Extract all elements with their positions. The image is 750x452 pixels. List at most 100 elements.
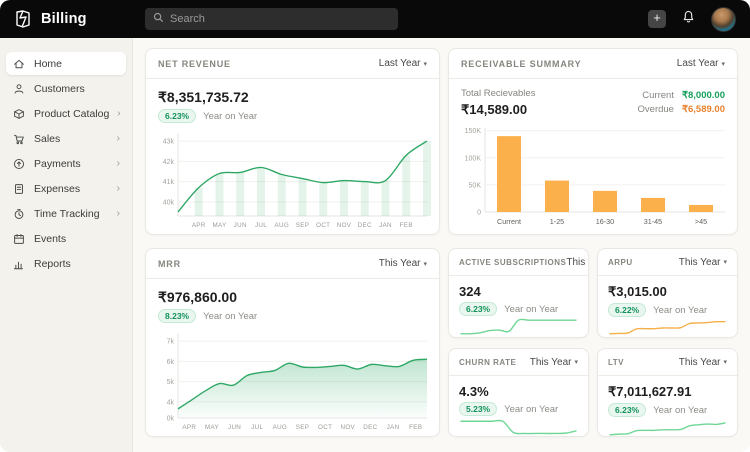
svg-text:150K: 150K bbox=[465, 128, 482, 135]
svg-text:NOV: NOV bbox=[340, 424, 355, 431]
receivable-summary-header: RECEIVABLE SUMMARY Last Year ▾ bbox=[449, 49, 737, 79]
svg-text:JAN: JAN bbox=[387, 424, 400, 431]
sidebar-item-label: Product Catalog bbox=[34, 108, 109, 120]
user-avatar[interactable] bbox=[711, 7, 736, 32]
sidebar-item-product-catalog[interactable]: Product Catalog › bbox=[6, 102, 126, 125]
svg-text:43k: 43k bbox=[163, 139, 175, 146]
active-subscriptions-period-select[interactable]: This Year ▾ bbox=[566, 257, 589, 268]
chevron-right-icon: › bbox=[117, 184, 120, 194]
arpu-card: ARPU This Year ▾ ₹3,015.00 6.22% Year on… bbox=[597, 248, 738, 338]
main-content: NET REVENUE Last Year ▾ ₹8,351,735.72 6.… bbox=[133, 38, 750, 452]
net-revenue-card: NET REVENUE Last Year ▾ ₹8,351,735.72 6.… bbox=[145, 48, 440, 235]
payments-icon bbox=[12, 157, 26, 171]
svg-text:100K: 100K bbox=[465, 155, 482, 162]
active-subscriptions-yoy: 6.23% Year on Year bbox=[449, 302, 588, 316]
chevron-right-icon: › bbox=[117, 134, 120, 144]
billing-logo-icon bbox=[13, 9, 33, 29]
notifications-bell-icon[interactable] bbox=[681, 9, 696, 30]
sidebar-item-label: Reports bbox=[34, 258, 71, 270]
svg-text:6k: 6k bbox=[167, 359, 175, 366]
add-new-button[interactable]: + bbox=[648, 10, 666, 28]
sidebar-item-label: Time Tracking bbox=[34, 208, 100, 220]
svg-text:MAY: MAY bbox=[212, 222, 227, 229]
mrr-chart: 7k6k5k4k0kAPRMAYJUNJULAUGSEPOCTNOVDECJAN… bbox=[146, 323, 439, 437]
current-receivables-row: Current ₹8,000.00 bbox=[638, 90, 725, 101]
mrr-value: ₹976,860.00 bbox=[146, 279, 439, 309]
chevron-right-icon: › bbox=[117, 209, 120, 219]
arpu-period-select[interactable]: This Year ▾ bbox=[679, 257, 727, 268]
svg-text:JUN: JUN bbox=[234, 222, 247, 229]
chevron-down-icon: ▾ bbox=[423, 60, 427, 68]
svg-text:JUL: JUL bbox=[255, 222, 267, 229]
net-revenue-title: NET REVENUE bbox=[158, 59, 231, 69]
topbar-actions: + bbox=[648, 7, 750, 32]
current-receivables-value: ₹8,000.00 bbox=[682, 90, 725, 101]
svg-text:JUL: JUL bbox=[251, 424, 263, 431]
sales-icon bbox=[12, 132, 26, 146]
time-tracking-icon bbox=[12, 207, 26, 221]
ltv-card: LTV This Year ▾ ₹7,011,627.91 6.23% Year… bbox=[597, 348, 738, 437]
chevron-down-icon: ▾ bbox=[723, 258, 727, 266]
chevron-down-icon: ▾ bbox=[574, 358, 578, 366]
sidebar-item-time-tracking[interactable]: Time Tracking › bbox=[6, 202, 126, 225]
top-bar: Billing + bbox=[0, 0, 750, 38]
mrr-period-select[interactable]: This Year ▾ bbox=[379, 258, 427, 269]
billing-dashboard: Billing + HomeCustomersProduct Catalog›S… bbox=[0, 0, 750, 452]
churn-rate-period-select[interactable]: This Year ▾ bbox=[530, 357, 578, 368]
sidebar-item-label: Sales bbox=[34, 133, 60, 145]
sidebar-item-label: Events bbox=[34, 233, 66, 245]
active-subscriptions-sparkline bbox=[449, 316, 588, 338]
svg-text:0k: 0k bbox=[167, 416, 175, 423]
ltv-period-select[interactable]: This Year ▾ bbox=[679, 357, 727, 368]
svg-text:4k: 4k bbox=[167, 399, 175, 406]
receivable-summary-period-select[interactable]: Last Year ▾ bbox=[677, 58, 725, 69]
ltv-sparkline bbox=[598, 417, 737, 437]
svg-text:1-25: 1-25 bbox=[550, 217, 564, 226]
svg-text:7k: 7k bbox=[167, 339, 175, 346]
sidebar-nav: HomeCustomersProduct Catalog›Sales›Payme… bbox=[0, 38, 133, 452]
mrr-yoy: 8.23% Year on Year bbox=[146, 309, 439, 323]
active-subscriptions-header: ACTIVE SUBSCRIPTIONS This Year ▾ bbox=[449, 249, 588, 276]
svg-text:OCT: OCT bbox=[318, 424, 332, 431]
ltv-title: LTV bbox=[608, 358, 624, 367]
active-subscriptions-value: 324 bbox=[449, 276, 588, 302]
svg-text:JAN: JAN bbox=[379, 222, 392, 229]
sidebar-item-reports[interactable]: Reports bbox=[6, 252, 126, 275]
sidebar-item-sales[interactable]: Sales › bbox=[6, 127, 126, 150]
net-revenue-header: NET REVENUE Last Year ▾ bbox=[146, 49, 439, 79]
chevron-right-icon: › bbox=[117, 159, 120, 169]
receivable-summary-card: RECEIVABLE SUMMARY Last Year ▾ Total Rec… bbox=[448, 48, 738, 235]
svg-text:Current: Current bbox=[497, 217, 521, 226]
sidebar-item-home[interactable]: Home bbox=[6, 52, 126, 75]
mrr-title: MRR bbox=[158, 259, 181, 269]
svg-text:NOV: NOV bbox=[337, 222, 352, 229]
svg-text:50K: 50K bbox=[469, 182, 482, 189]
events-icon bbox=[12, 232, 26, 246]
sidebar-item-payments[interactable]: Payments › bbox=[6, 152, 126, 175]
svg-text:JUN: JUN bbox=[228, 424, 241, 431]
sidebar-item-events[interactable]: Events bbox=[6, 227, 126, 250]
search-input[interactable] bbox=[170, 13, 390, 25]
app-logo: Billing bbox=[0, 9, 133, 29]
churn-rate-yoy: 5.23% Year on Year bbox=[449, 402, 588, 416]
search-icon bbox=[153, 10, 164, 28]
sidebar-item-expenses[interactable]: Expenses› bbox=[6, 177, 126, 200]
chevron-right-icon: › bbox=[117, 109, 120, 119]
search-bar[interactable] bbox=[145, 8, 398, 30]
arpu-title: ARPU bbox=[608, 258, 633, 267]
svg-text:16-30: 16-30 bbox=[596, 217, 614, 226]
churn-rate-sparkline bbox=[449, 416, 588, 437]
chevron-down-icon: ▾ bbox=[723, 358, 727, 366]
svg-text:>45: >45 bbox=[695, 217, 707, 226]
svg-text:MAY: MAY bbox=[205, 424, 220, 431]
churn-rate-title: CHURN RATE bbox=[459, 358, 516, 367]
ltv-yoy: 6.23% Year on Year bbox=[598, 403, 737, 417]
sidebar-item-customers[interactable]: Customers bbox=[6, 77, 126, 100]
svg-text:APR: APR bbox=[192, 222, 206, 229]
product-catalog-icon bbox=[12, 107, 26, 121]
net-revenue-period-select[interactable]: Last Year ▾ bbox=[379, 58, 427, 69]
sidebar-item-label: Payments bbox=[34, 158, 81, 170]
active-subscriptions-card: ACTIVE SUBSCRIPTIONS This Year ▾ 324 6.2… bbox=[448, 248, 589, 338]
mrr-badge: 8.23% bbox=[158, 309, 196, 323]
svg-text:FEB: FEB bbox=[400, 222, 413, 229]
